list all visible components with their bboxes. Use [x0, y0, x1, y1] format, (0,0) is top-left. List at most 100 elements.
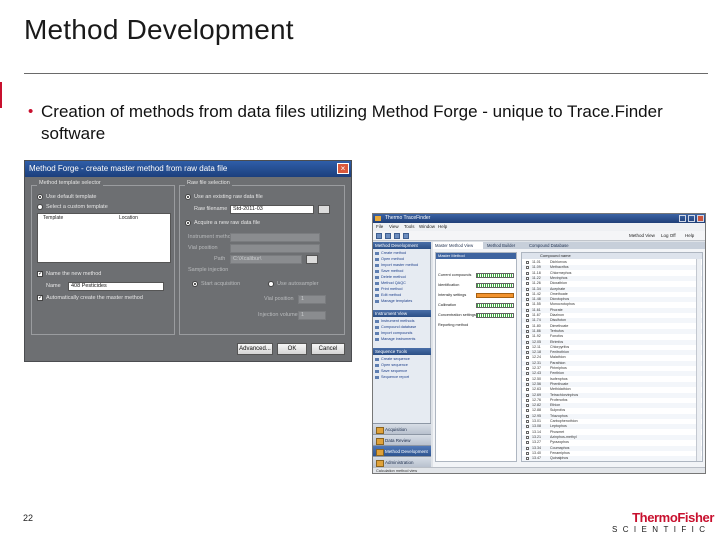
nav-link[interactable]: Manage instruments: [374, 337, 415, 342]
row-checkbox[interactable]: [526, 446, 529, 450]
maximize-icon[interactable]: [688, 215, 695, 222]
compound-row[interactable]: 12.24 Malathion: [522, 355, 702, 361]
toolbar-help[interactable]: Help: [685, 233, 694, 239]
row-checkbox[interactable]: [526, 367, 529, 370]
row-checkbox[interactable]: [526, 420, 529, 423]
row-checkbox[interactable]: [526, 287, 529, 291]
compound-row[interactable]: 13.08 Leptophos: [522, 424, 702, 430]
row-checkbox[interactable]: [526, 372, 529, 376]
row-checkbox[interactable]: [526, 282, 529, 286]
vial-position-input[interactable]: 1: [298, 295, 326, 304]
compound-row[interactable]: 11.67 Diazinon: [522, 313, 702, 318]
auto-create-checkbox[interactable]: ✓: [37, 295, 43, 301]
nav-link[interactable]: Import master method: [374, 263, 418, 268]
compound-row[interactable]: 11.92 Fonofos: [522, 334, 702, 340]
nav-link[interactable]: Import compounds: [374, 331, 412, 336]
nav-link[interactable]: Delete method: [375, 275, 406, 280]
tab-compound-database[interactable]: Compound Database: [527, 242, 577, 249]
compound-row[interactable]: 12.18 Fenitrothion: [522, 350, 702, 356]
row-checkbox[interactable]: [526, 303, 529, 307]
raw-filename-input[interactable]: Std-2011-03: [230, 205, 314, 214]
default-template-radio[interactable]: [37, 194, 43, 200]
row-checkbox[interactable]: [526, 314, 529, 317]
nav-link[interactable]: Instrument methods: [375, 319, 415, 324]
row-checkbox[interactable]: [526, 298, 529, 302]
mode-data-review[interactable]: Data Review: [373, 434, 431, 445]
scrollbar[interactable]: [696, 259, 701, 461]
ok-button[interactable]: OK: [277, 343, 307, 355]
compound-row[interactable]: 12.37 Pirimiphos: [522, 366, 702, 371]
row-checkbox[interactable]: [526, 388, 529, 392]
path-input[interactable]: C:\Xcalibur\: [230, 255, 302, 264]
row-checkbox[interactable]: [526, 430, 529, 434]
cancel-button[interactable]: Cancel: [311, 343, 345, 355]
minimize-icon[interactable]: [679, 215, 686, 222]
browse-path-button[interactable]: [306, 255, 318, 264]
row-checkbox[interactable]: [526, 435, 529, 439]
nav-link[interactable]: Create sequence: [375, 357, 410, 362]
compound-row[interactable]: 12.11 Chlorpyrifos: [522, 344, 702, 350]
row-checkbox[interactable]: [526, 266, 529, 270]
autosampler-radio[interactable]: [268, 281, 274, 287]
compound-row[interactable]: 11.74 Disulfoton: [522, 318, 702, 324]
menu-window[interactable]: Window: [419, 223, 435, 231]
row-checkbox[interactable]: [526, 451, 529, 455]
compound-row[interactable]: 12.31 Parathion: [522, 360, 702, 366]
close-icon[interactable]: [697, 215, 704, 222]
instrument-method-select[interactable]: [230, 233, 320, 242]
menu-help[interactable]: Help: [438, 223, 447, 231]
template-table[interactable]: Template Location: [37, 213, 171, 263]
compound-row[interactable]: 12.63 Methidathion: [522, 387, 702, 393]
compound-row[interactable]: 12.82 Ethion: [522, 403, 702, 409]
row-checkbox[interactable]: [526, 308, 529, 312]
compound-row[interactable]: 12.76 Profenofos: [522, 397, 702, 403]
compound-row[interactable]: 11.01 Dichlorvos: [522, 260, 702, 265]
row-checkbox[interactable]: [526, 324, 529, 328]
compound-row[interactable]: 12.88 Sulprofos: [522, 408, 702, 414]
row-checkbox[interactable]: [526, 409, 529, 413]
existing-raw-file-radio[interactable]: [185, 194, 191, 200]
mode-acquisition[interactable]: Acquisition: [373, 423, 431, 434]
row-checkbox[interactable]: [526, 398, 529, 402]
browse-raw-file-button[interactable]: [318, 205, 330, 214]
nav-link[interactable]: Compound database: [374, 325, 416, 330]
compound-row[interactable]: 11.61 Phorate: [522, 307, 702, 313]
compound-row[interactable]: 11.34 Acephate: [522, 286, 702, 292]
acquire-raw-file-radio[interactable]: [185, 220, 191, 226]
compound-row[interactable]: 12.05 Etrimfos: [522, 339, 702, 345]
menu-file[interactable]: File: [376, 223, 383, 231]
compound-row[interactable]: 11.09 Methacrifos: [522, 265, 702, 271]
mode-administration[interactable]: Administration: [373, 456, 431, 467]
open-icon[interactable]: [385, 233, 391, 239]
advanced-button[interactable]: Advanced...: [237, 343, 273, 355]
tab-master-method-view[interactable]: Master Method View: [433, 242, 483, 249]
row-checkbox[interactable]: [526, 276, 529, 280]
row-checkbox[interactable]: [526, 404, 529, 408]
row-checkbox[interactable]: [526, 319, 529, 323]
compound-row[interactable]: 12.50 Isofenphos: [522, 376, 702, 382]
compound-row[interactable]: 13.40 Fenamiphos: [522, 450, 702, 456]
row-checkbox[interactable]: [526, 361, 529, 365]
row-checkbox[interactable]: [526, 340, 529, 344]
nav-link[interactable]: Save sequence: [374, 369, 407, 374]
row-checkbox[interactable]: [526, 393, 529, 397]
row-checkbox[interactable]: [526, 414, 529, 418]
compound-row[interactable]: 11.86 Terbufos: [522, 328, 702, 334]
vial-position-top-input[interactable]: [230, 244, 320, 253]
menu-view[interactable]: View: [389, 223, 399, 231]
compound-row[interactable]: 11.48 Dicrotophos: [522, 297, 702, 303]
nav-link[interactable]: Edit method: [374, 293, 401, 298]
compound-row[interactable]: 11.55 Monocrotophos: [522, 302, 702, 308]
menu-tools[interactable]: Tools: [404, 223, 415, 231]
compound-list[interactable]: Compound name 11.01 Dichlorvos 11.09 Methac…: [521, 252, 703, 462]
name-new-method-checkbox[interactable]: ✓: [37, 271, 43, 277]
row-checkbox[interactable]: [526, 356, 529, 360]
mode-method-development[interactable]: Method Development: [373, 445, 431, 456]
nav-link[interactable]: Open sequence: [375, 363, 408, 368]
compound-row[interactable]: 13.47 Quinalphos: [522, 456, 702, 462]
nav-link[interactable]: Method QAQC: [375, 281, 406, 286]
nav-link[interactable]: Sequence report: [374, 375, 409, 380]
row-checkbox[interactable]: [526, 335, 529, 339]
method-name-input[interactable]: 408 Pesticides: [68, 282, 164, 291]
compound-row[interactable]: 13.01 Carbophenothion: [522, 419, 702, 424]
